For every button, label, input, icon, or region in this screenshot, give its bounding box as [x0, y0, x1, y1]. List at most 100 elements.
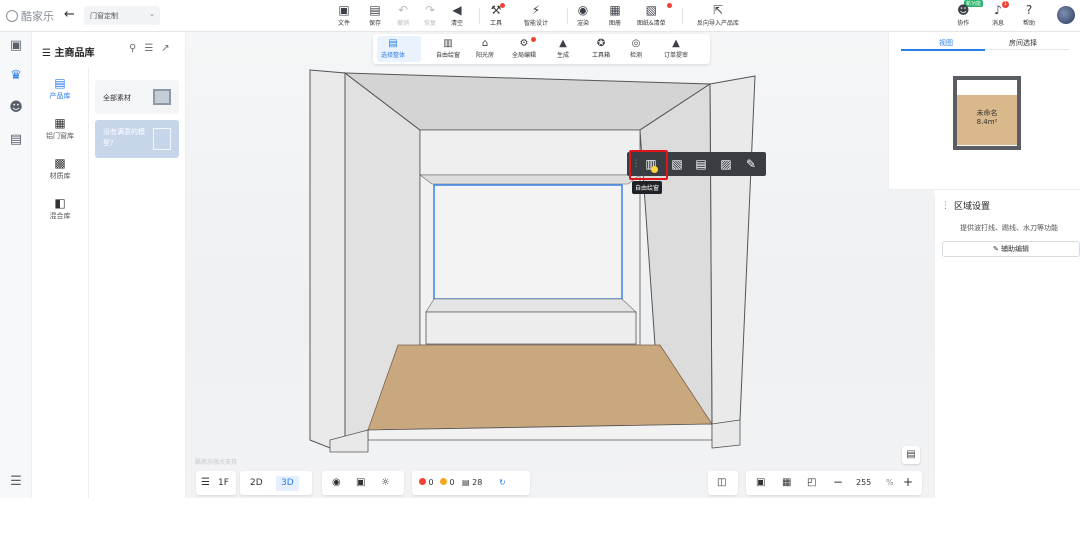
tab-room-select[interactable]: 房间选择 — [1009, 38, 1037, 48]
lightning-icon: ⚡ — [531, 3, 541, 17]
tool-select-all[interactable]: ▤ 选择整体 — [381, 37, 405, 59]
camera-settings-icon[interactable]: ▦ — [782, 476, 791, 490]
redo-button[interactable]: ↷ 恢复 — [424, 3, 436, 27]
album-menu[interactable]: ▦ 图册 — [609, 3, 621, 27]
count-status[interactable]: ▤ 28 — [462, 476, 482, 490]
brand: 酷家乐 — [6, 8, 54, 24]
toggle-icon[interactable]: ◫ — [717, 476, 726, 490]
zoom-out-button[interactable]: − — [833, 476, 843, 488]
fit-view-icon[interactable]: ▣ — [756, 476, 765, 490]
search-icon[interactable]: ⚲ — [129, 43, 136, 54]
app-window: 酷家乐 ← 门窗定制 ⌄ ▣ 文件 ▤ 保存 ↶ 撤销 ↷ 恢复 ◀ 清空 ⚒ 工具 ⚡ 智能… — [0, 0, 1080, 533]
focus-icon[interactable]: ◰ — [807, 476, 816, 490]
view-3d-button[interactable]: 3D — [276, 476, 299, 491]
back-button[interactable]: ← — [64, 7, 75, 22]
toolbar-divider — [682, 8, 683, 24]
rail-catalog-icon[interactable]: ♛ — [8, 68, 24, 84]
category-window-library[interactable]: ▦ 铝门窗库 — [32, 116, 88, 141]
camera-icon: ◉ — [577, 3, 589, 17]
floor-label: 1F — [218, 478, 229, 488]
undo-button[interactable]: ↶ 撤销 — [397, 3, 409, 27]
window-sill-top — [425, 298, 637, 313]
tool-generate[interactable]: ▲ 生成 — [557, 37, 569, 59]
zoom-in-button[interactable]: + — [903, 476, 913, 488]
all-materials-card[interactable]: 全部素材 — [95, 80, 179, 114]
category-product-library[interactable]: ▤ 产品库 — [32, 76, 88, 101]
window-edit-icon[interactable]: ▧ — [669, 156, 685, 172]
help-button[interactable]: ? 帮助 — [1023, 3, 1035, 27]
view-2d-button[interactable]: 2D — [245, 476, 268, 491]
pencil-icon[interactable]: ✎ — [743, 156, 759, 172]
rail-user-icon[interactable]: ☻ — [8, 100, 24, 116]
category-mixed-library[interactable]: ◧ 混合库 — [32, 196, 88, 221]
layers-icon: ☰ — [201, 477, 210, 488]
sync-icon[interactable]: ↻ — [499, 476, 506, 490]
reverse-import-button[interactable]: ⇱ 反向导入产品库 — [697, 3, 739, 27]
window-sill-front — [425, 311, 637, 345]
product-library-icon: ▤ — [54, 76, 66, 90]
drawing-list-menu[interactable]: ▧ 图纸&清单 — [637, 3, 666, 27]
render-menu[interactable]: ◉ 渲染 — [577, 3, 589, 27]
warning-status[interactable]: 0 — [440, 476, 455, 490]
dimension-switch: 2D 3D — [240, 471, 312, 495]
rail-settings-icon[interactable]: ☰ — [8, 474, 24, 490]
beam-underside — [419, 174, 641, 185]
toggle-group: ◫ — [708, 471, 738, 495]
project-select[interactable]: 门窗定制 ⌄ — [84, 6, 160, 25]
tab-view[interactable]: 视图 — [939, 38, 953, 48]
selected-window-opening[interactable] — [433, 184, 623, 300]
minimap-room[interactable]: 未命名 8.4m² — [953, 76, 1021, 150]
rail-layers-icon[interactable]: ▣ — [8, 38, 24, 54]
watermark: 酷家乐强大支持 — [195, 459, 238, 466]
expand-icon[interactable]: ↗ — [161, 43, 169, 54]
file-menu[interactable]: ▣ 文件 — [338, 3, 350, 27]
avatar[interactable] — [1057, 6, 1075, 24]
minimap-room-label: 未命名 8.4m² — [976, 109, 998, 126]
floor-selector[interactable]: ☰ 1F — [196, 471, 236, 495]
warning-icon — [440, 478, 447, 485]
check-icon: ◎ — [631, 38, 641, 49]
room-scene — [309, 69, 756, 453]
error-icon — [419, 478, 426, 485]
tool-toolbox[interactable]: ✪ 工具箱 — [592, 37, 610, 59]
eye-icon[interactable]: ◉ — [332, 476, 341, 490]
filter-icon[interactable]: ☰ — [144, 43, 153, 54]
error-status[interactable]: 0 — [419, 476, 434, 490]
category-material-library[interactable]: ▩ 材质库 — [32, 156, 88, 181]
3d-viewport[interactable]: 酷家乐强大支持 — [186, 32, 934, 498]
collab-button[interactable]: ☻ 协作 — [957, 3, 970, 27]
assist-edit-button[interactable]: ✎ 辅助编辑 — [942, 241, 1080, 257]
save-icon: ▤ — [369, 3, 381, 17]
mixed-library-icon: ◧ — [54, 196, 66, 210]
window-cut-icon[interactable]: ▨ — [718, 156, 734, 172]
minimap-tabs: 视图 房间选择 — [901, 34, 1069, 50]
right-base — [711, 419, 741, 449]
clear-button[interactable]: ◀ 清空 — [451, 3, 463, 27]
panel-divider — [88, 68, 89, 498]
region-settings-panel: ⋮ 区域设置 提供波打线、踢线、水刀等功能 ✎ 辅助编辑 — [934, 196, 1080, 498]
rail-store-icon[interactable]: ▤ — [8, 132, 24, 148]
smart-design-menu[interactable]: ⚡ 智能设计 — [524, 3, 548, 27]
cube-icon[interactable]: ▣ — [356, 476, 365, 490]
tool-check[interactable]: ◎ 检测 — [630, 37, 642, 59]
region-title: ⋮ 区域设置 — [941, 200, 991, 213]
import-icon: ⇱ — [712, 3, 724, 17]
window-thumbnail-icon — [153, 128, 171, 150]
clipboard-button[interactable]: ▤ — [902, 446, 920, 464]
tool-sunroom[interactable]: ⌂ 阳光房 — [476, 37, 494, 59]
tools-notification-dot — [500, 3, 505, 8]
tool-free-window[interactable]: ▥ 自由绘窗 — [436, 37, 460, 59]
window-draw-icon[interactable]: ▤ — [693, 156, 709, 172]
zoom-value[interactable]: 255 — [856, 476, 871, 490]
free-window-icon: ▥ — [443, 38, 453, 49]
redo-icon: ↷ — [424, 3, 436, 17]
drag-handle-icon[interactable]: ⋮ — [941, 201, 950, 211]
eraser-icon: ◀ — [452, 3, 462, 17]
request-model-card[interactable]: 没有满意的模型? — [95, 120, 179, 158]
compass-icon[interactable]: ☼ — [381, 476, 390, 490]
save-button[interactable]: ▤ 保存 — [369, 3, 381, 27]
collab-icon: ☻ — [957, 3, 970, 17]
tool-order[interactable]: ▲ 订单提审 — [664, 37, 688, 59]
region-hint: 提供波打线、踢线、水刀等功能 — [960, 224, 1058, 232]
view-options: ◉ ▣ ☼ — [322, 471, 404, 495]
